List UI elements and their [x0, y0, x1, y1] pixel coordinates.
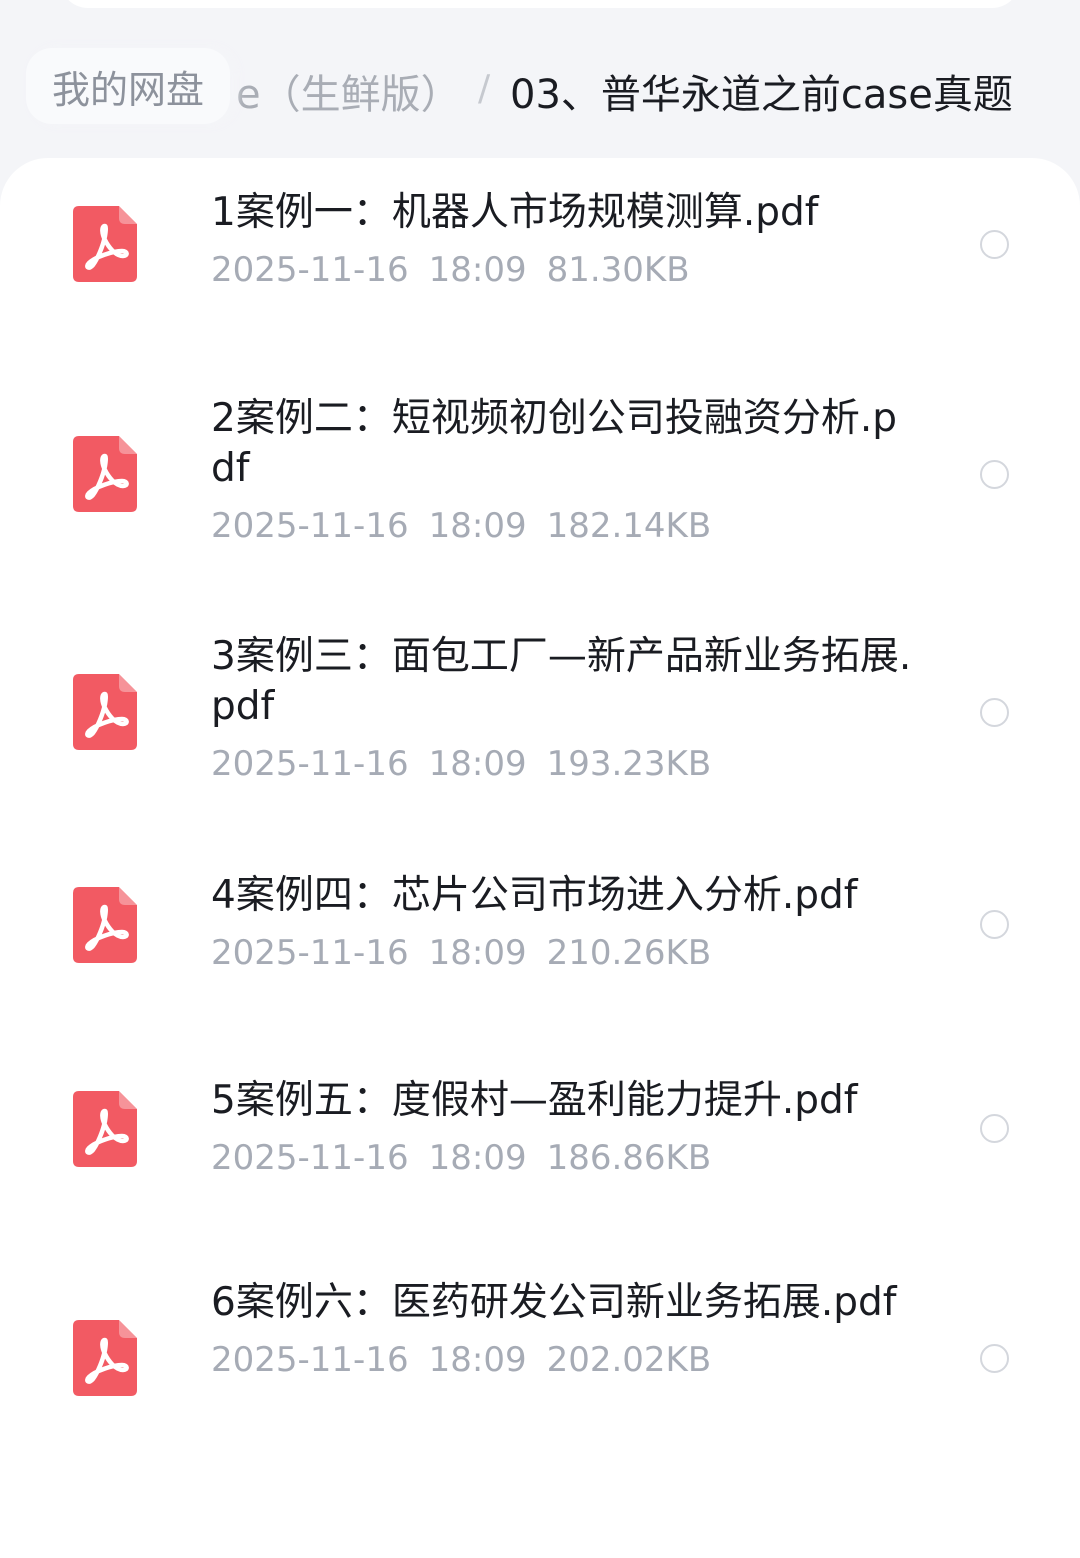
- pdf-icon: [73, 436, 137, 512]
- file-row[interactable]: 6案例六：医药研发公司新业务拓展.pdf 2025-11-16 18:09 202.…: [0, 1278, 1080, 1478]
- pdf-icon: [73, 1091, 137, 1167]
- pdf-icon: [73, 674, 137, 750]
- file-name: 6案例六：医药研发公司新业务拓展.pdf: [211, 1280, 897, 1325]
- file-size: 182.14KB: [546, 506, 712, 546]
- breadcrumb-current-folder: 03、普华永道之前case真题: [510, 72, 1013, 118]
- file-name: 5案例五：度假村—盈利能力提升.pdf: [211, 1078, 858, 1123]
- file-row[interactable]: 1案例一：机器人市场规模测算.pdf 2025-11-16 18:09 81.30K…: [0, 188, 1080, 338]
- file-row[interactable]: 2案例二：短视频初创公司投融资分析.pdf 2025-11-16 18:09 182…: [0, 394, 1080, 594]
- file-list: 1案例一：机器人市场规模测算.pdf 2025-11-16 18:09 81.30K…: [0, 158, 1080, 1558]
- breadcrumb: e（生鲜版） 我的网盘 / 03、普华永道之前case真题: [0, 40, 1080, 140]
- file-meta: 2025-11-16 18:09 186.86KB: [211, 1138, 921, 1178]
- file-size: 81.30KB: [546, 250, 690, 290]
- file-meta: 2025-11-16 18:09 193.23KB: [211, 744, 921, 784]
- search-bar-edge: [60, 0, 1020, 8]
- select-checkbox[interactable]: [980, 230, 1009, 259]
- pdf-icon: [73, 1320, 137, 1396]
- breadcrumb-separator: /: [478, 68, 491, 109]
- file-meta: 2025-11-16 18:09 182.14KB: [211, 506, 921, 546]
- pdf-icon: [73, 887, 137, 963]
- pdf-icon: [73, 206, 137, 282]
- file-size: 193.23KB: [546, 744, 712, 784]
- file-meta: 2025-11-16 18:09 202.02KB: [211, 1340, 921, 1380]
- file-size: 202.02KB: [546, 1340, 712, 1380]
- file-name: 4案例四：芯片公司市场进入分析.pdf: [211, 873, 858, 918]
- file-date: 2025-11-16: [211, 1138, 409, 1178]
- select-checkbox[interactable]: [980, 910, 1009, 939]
- breadcrumb-item-parent[interactable]: e（生鲜版）: [236, 62, 461, 120]
- file-date: 2025-11-16: [211, 933, 409, 973]
- file-meta: 2025-11-16 18:09 81.30KB: [211, 250, 921, 290]
- file-size: 186.86KB: [546, 1138, 712, 1178]
- file-time: 18:09: [428, 744, 527, 784]
- file-row[interactable]: 3案例三：面包工厂—新产品新业务拓展.pdf 2025-11-16 18:09 19…: [0, 632, 1080, 832]
- select-checkbox[interactable]: [980, 460, 1009, 489]
- file-date: 2025-11-16: [211, 250, 409, 290]
- file-size: 210.26KB: [546, 933, 712, 973]
- file-name: 2案例二：短视频初创公司投融资分析.pdf: [211, 396, 897, 491]
- file-time: 18:09: [428, 933, 527, 973]
- file-meta: 2025-11-16 18:09 210.26KB: [211, 933, 921, 973]
- select-checkbox[interactable]: [980, 698, 1009, 727]
- file-name: 3案例三：面包工厂—新产品新业务拓展.pdf: [211, 634, 912, 729]
- file-row[interactable]: 5案例五：度假村—盈利能力提升.pdf 2025-11-16 18:09 186.8…: [0, 1076, 1080, 1226]
- file-name: 1案例一：机器人市场规模测算.pdf: [211, 190, 819, 235]
- file-date: 2025-11-16: [211, 506, 409, 546]
- select-checkbox[interactable]: [980, 1114, 1009, 1143]
- file-row[interactable]: 4案例四：芯片公司市场进入分析.pdf 2025-11-16 18:09 210.2…: [0, 871, 1080, 1021]
- select-checkbox[interactable]: [980, 1344, 1009, 1373]
- breadcrumb-root-my-drive[interactable]: 我的网盘: [26, 48, 231, 124]
- file-time: 18:09: [428, 1340, 527, 1380]
- file-time: 18:09: [428, 250, 527, 290]
- file-time: 18:09: [428, 506, 527, 546]
- file-date: 2025-11-16: [211, 1340, 409, 1380]
- file-date: 2025-11-16: [211, 744, 409, 784]
- file-time: 18:09: [428, 1138, 527, 1178]
